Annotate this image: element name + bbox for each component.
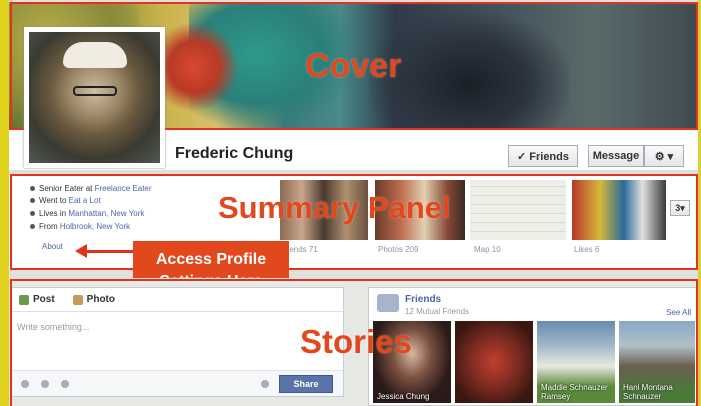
yellow-border bbox=[0, 0, 9, 406]
avatar-glasses bbox=[73, 86, 117, 96]
profile-name[interactable]: Frederic Chung bbox=[175, 145, 293, 163]
summary-annotation-label: Summary Panel bbox=[218, 190, 451, 225]
avatar-hat bbox=[63, 42, 127, 68]
callout-arrow-head bbox=[75, 244, 87, 258]
callout-line-1: Access Profile bbox=[155, 251, 267, 268]
friends-button[interactable]: ✓ Friends bbox=[508, 145, 578, 167]
avatar-photo bbox=[29, 32, 160, 163]
facebook-timeline-screenshot: Cover Frederic Chung ✓ Friends Message ⚙… bbox=[0, 0, 701, 406]
profile-picture[interactable] bbox=[24, 27, 165, 168]
callout-arrow-line bbox=[86, 250, 134, 253]
stories-annotation-label: Stories bbox=[300, 323, 412, 360]
cover-annotation-label: Cover bbox=[305, 47, 402, 85]
message-button[interactable]: Message bbox=[588, 145, 644, 167]
settings-gear-button[interactable]: ⚙ ▾ bbox=[644, 145, 684, 167]
